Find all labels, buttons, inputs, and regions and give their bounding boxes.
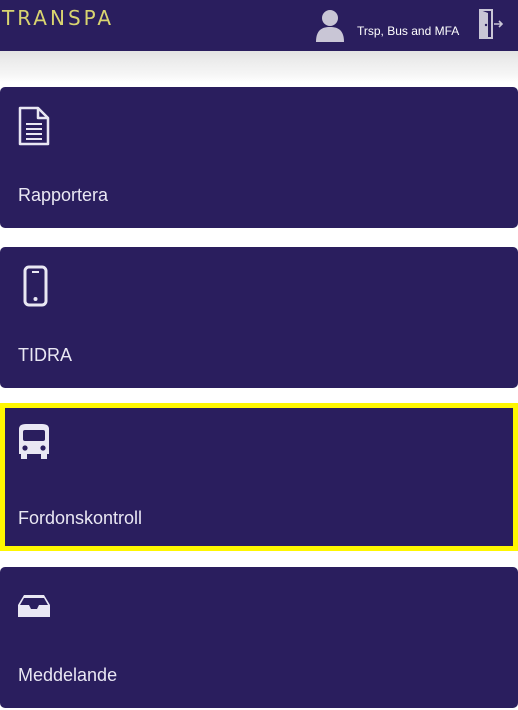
- tile-rapportera[interactable]: Rapportera: [0, 87, 518, 228]
- tile-label-meddelande: Meddelande: [18, 665, 118, 685]
- tile-label-fordonskontroll: Fordonskontroll: [18, 508, 143, 528]
- user-name[interactable]: Trsp, Bus and MFA: [357, 24, 459, 38]
- bus-icon: [19, 424, 49, 459]
- tile-fordonskontroll[interactable]: Fordonskontroll: [0, 403, 518, 551]
- inbox-icon: [18, 595, 50, 617]
- tile-label-rapportera: Rapportera: [18, 185, 109, 205]
- mobile-phone-icon: [23, 265, 48, 307]
- tile-meddelande[interactable]: Meddelande: [0, 567, 518, 708]
- tile-tidra[interactable]: TIDRA: [0, 247, 518, 388]
- logout-door-icon[interactable]: [478, 8, 504, 40]
- user-icon[interactable]: [314, 8, 346, 42]
- brand-logo[interactable]: TRANSPA: [2, 6, 114, 30]
- header-shadow: [0, 51, 518, 83]
- tile-label-tidra: TIDRA: [18, 345, 72, 365]
- document-icon: [18, 106, 50, 146]
- top-bar: TRANSPA Trsp, Bus and MFA: [0, 0, 518, 51]
